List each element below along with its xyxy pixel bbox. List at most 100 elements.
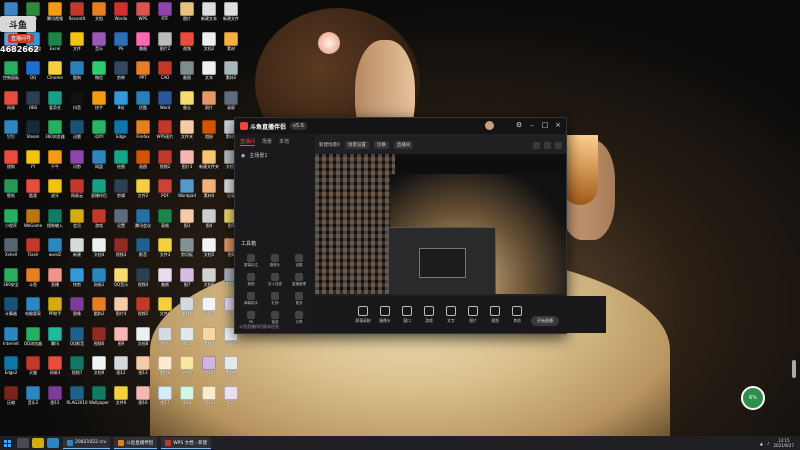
desktop-icon[interactable]: QQ浏览器 (22, 325, 44, 355)
desktop-icon[interactable]: 图10 (154, 325, 176, 355)
desktop-icon[interactable]: 文档7 (198, 295, 220, 325)
desktop-icon[interactable]: 图16 (132, 384, 154, 414)
desktop-icon[interactable]: 迅雷 (66, 118, 88, 148)
desktop-icon[interactable]: 钉钉 (0, 118, 22, 148)
desktop-icon[interactable]: 腾讯 (44, 325, 66, 355)
desktop-icon[interactable]: 备忘 (176, 89, 198, 119)
desktop-icon[interactable]: PP助手 (44, 295, 66, 325)
desktop-icon[interactable]: 爱奇艺 (44, 89, 66, 119)
desktop-icon[interactable]: 相册 (198, 118, 220, 148)
desktop-icon[interactable]: Xshell (0, 236, 22, 266)
desktop-icon[interactable]: 文件4 (154, 295, 176, 325)
desktop-icon[interactable]: 360安全 (0, 266, 22, 296)
desktop-icon[interactable]: 绘图 (110, 148, 132, 178)
desktop-icon[interactable]: 搜狗 (0, 148, 22, 178)
desktop-icon[interactable]: 新建文本 (198, 0, 220, 30)
tab-live[interactable]: 直播间 (240, 138, 256, 146)
desktop-icon[interactable]: 素材7 (198, 325, 220, 355)
desktop-icon[interactable]: PPT (132, 59, 154, 89)
desktop-icon[interactable]: 虎牙 (44, 177, 66, 207)
desktop-icon[interactable]: 视频2 (154, 148, 176, 178)
desktop-icon[interactable]: Flash (22, 236, 44, 266)
tool-item[interactable]: 更多 (287, 292, 311, 311)
desktop-icon[interactable]: PS (110, 30, 132, 60)
desktop-icon[interactable]: 新建文件 (220, 0, 242, 30)
taskbar-task[interactable]: 斗鱼直播伴侣 (114, 437, 158, 449)
desktop-icon[interactable]: 文件夹 (176, 118, 198, 148)
desktop-icon[interactable]: 图15 (44, 384, 66, 414)
desktop-icon[interactable]: 小程序 (0, 207, 22, 237)
tool-item[interactable]: 弹幕助手 (239, 292, 263, 311)
desktop-icon[interactable]: 音乐 (88, 30, 110, 60)
desktop-icon[interactable]: Internet (0, 325, 22, 355)
desktop-icon[interactable]: 图14 (198, 354, 220, 384)
desktop-icon[interactable]: 图11 (176, 325, 198, 355)
desktop-icon[interactable]: WPS图片 (154, 118, 176, 148)
desktop-icon[interactable]: 图12 (110, 354, 132, 384)
desktop-icon[interactable]: 文档2 (198, 30, 220, 60)
desktop-icon[interactable]: 素材9 (220, 354, 242, 384)
tool-item[interactable]: 摄像头 (263, 254, 287, 273)
more-icon[interactable] (555, 141, 562, 149)
desktop-icon[interactable]: word2 (44, 236, 66, 266)
desktop-icon[interactable]: 图像 (66, 295, 88, 325)
desktop-icon[interactable]: Wordpad (176, 177, 198, 207)
tool-item[interactable]: 美颜 (239, 273, 263, 292)
desktop-icon[interactable]: RLAG2010 (66, 384, 88, 414)
desktop-icon[interactable]: 斗鱼 (22, 266, 44, 296)
desktop-icon[interactable]: Recordit (66, 0, 88, 30)
desktop-icon[interactable]: 微信 (88, 59, 110, 89)
desktop-icon[interactable]: Word (154, 89, 176, 119)
desktop-icon[interactable]: 直播伴侣 (88, 177, 110, 207)
desktop-icon[interactable]: 优酷 (132, 89, 154, 119)
desktop-icon[interactable]: 图片2 (154, 30, 176, 60)
desktop-icon[interactable]: 文档6 (198, 266, 220, 296)
desktop-icon[interactable]: 闪剪 (66, 148, 88, 178)
desktop-icon[interactable]: QQ影音 (66, 325, 88, 355)
layout-icon[interactable] (533, 141, 540, 149)
tool-item[interactable]: 多人连麦 (263, 273, 287, 292)
source-button[interactable]: 摄像头 (377, 305, 393, 324)
desktop-icon[interactable]: 图片 (176, 0, 198, 30)
desktop-icon[interactable]: 图20 (220, 384, 242, 414)
source-button[interactable]: 文字 (443, 305, 459, 324)
desktop-icon[interactable]: 文件 (66, 30, 88, 60)
desktop-icon[interactable]: 壁纸 (0, 177, 22, 207)
desktop-icon[interactable]: 录屏 (220, 89, 242, 119)
desktop-icon[interactable]: 图13 (132, 354, 154, 384)
desktop-icon[interactable]: 游戏 (88, 207, 110, 237)
desktop-icon[interactable]: 天猫 (22, 354, 44, 384)
taskbar-task[interactable]: WPS 文档 - 新建 (161, 437, 212, 449)
desktop-icon[interactable]: 照片 (198, 89, 220, 119)
tool-item[interactable]: 礼物 (263, 292, 287, 311)
desktop-icon[interactable]: YY (22, 148, 44, 178)
desktop-icon[interactable]: 剪辑 (110, 177, 132, 207)
desktop-icon[interactable]: 视频7 (66, 354, 88, 384)
source-button[interactable]: 窗口 (399, 305, 415, 324)
source-button[interactable]: 游戏 (421, 305, 437, 324)
desktop-icon[interactable]: 图片4 (110, 295, 132, 325)
desktop-icon[interactable]: 素材 (220, 30, 242, 60)
desktop-icon[interactable]: CAD (154, 59, 176, 89)
desktop-icon[interactable]: 网易云 (66, 177, 88, 207)
fullscreen-icon[interactable] (544, 141, 551, 149)
desktop-icon[interactable]: PDF (154, 177, 176, 207)
desktop-icon[interactable]: Edge2 (0, 354, 22, 384)
desktop-icon[interactable]: 抖音 (66, 89, 88, 119)
taskbar-task[interactable]: 20821022.rcv (63, 437, 111, 449)
eye-icon[interactable]: ◉ (241, 153, 245, 159)
desktop-icon[interactable]: 文件2 (132, 177, 154, 207)
desktop-icon[interactable]: 快手 (88, 89, 110, 119)
desktop-icon[interactable]: 控制面板 (0, 59, 22, 89)
desktop-icon[interactable]: Chrome (44, 59, 66, 89)
desktop-icon[interactable]: 图3 (176, 207, 198, 237)
close-icon[interactable]: × (554, 121, 562, 129)
desktop-icon[interactable]: 图4 (198, 207, 220, 237)
desktop-icon[interactable]: 文档8 (132, 325, 154, 355)
explorer-pin-icon[interactable] (32, 438, 44, 448)
desktop-icon[interactable]: 快剪 (66, 266, 88, 296)
desktop-icon[interactable]: 文件6 (110, 384, 132, 414)
desktop-icon[interactable]: Wallpaper (88, 384, 110, 414)
desktop-icon[interactable]: 表格 (154, 207, 176, 237)
desktop-icon[interactable]: Steam (22, 118, 44, 148)
